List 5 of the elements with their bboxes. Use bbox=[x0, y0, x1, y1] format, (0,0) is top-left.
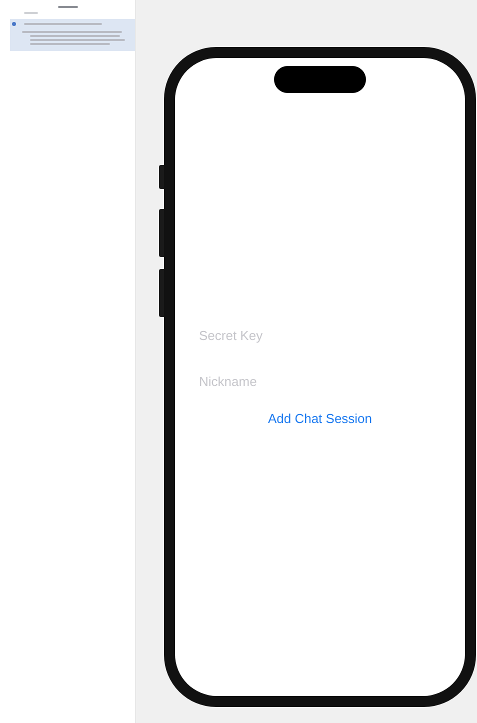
selected-sidebar-row[interactable] bbox=[10, 19, 135, 51]
add-chat-session-button[interactable]: Add Chat Session bbox=[264, 409, 376, 428]
dot-icon bbox=[12, 22, 16, 26]
text-field[interactable]: Nickname bbox=[199, 371, 319, 391]
text-field[interactable]: Secret Key bbox=[199, 325, 319, 345]
